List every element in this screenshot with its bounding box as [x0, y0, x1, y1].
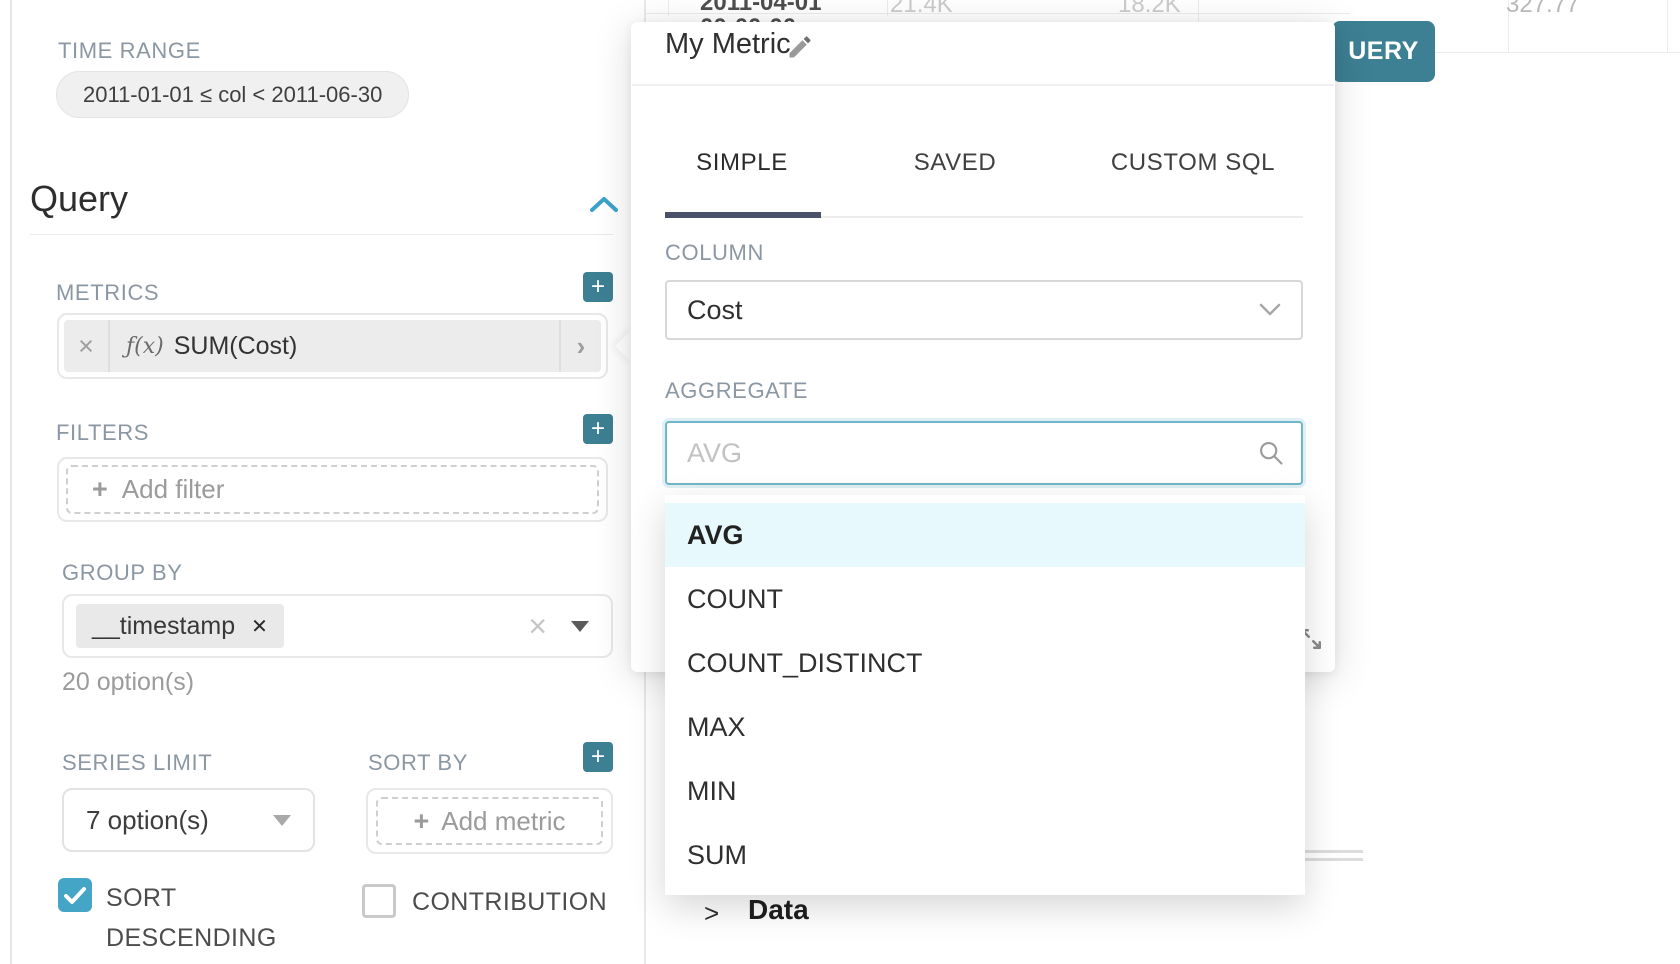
metric-pill-body[interactable]: ƒ(x) SUM(Cost)	[110, 320, 559, 372]
checkbox-checked-icon[interactable]	[58, 878, 92, 912]
metrics-container: × ƒ(x) SUM(Cost) ›	[57, 313, 608, 379]
panel-left-border	[10, 0, 12, 964]
aggregate-label: AGGREGATE	[665, 378, 808, 404]
group-by-label: GROUP BY	[62, 560, 183, 586]
tab-saved[interactable]: SAVED	[880, 138, 1030, 188]
metrics-label: METRICS	[56, 280, 159, 306]
plus-icon: +	[92, 474, 108, 505]
active-tab-underline	[665, 212, 821, 218]
option-count-distinct[interactable]: COUNT_DISTINCT	[665, 631, 1305, 695]
filters-label: FILTERS	[56, 420, 149, 446]
data-panel-chevron-icon[interactable]: >	[704, 898, 719, 929]
add-sort-metric-dropzone[interactable]: + Add metric	[376, 797, 603, 845]
section-border	[1303, 850, 1363, 853]
series-limit-label: SERIES LIMIT	[62, 750, 212, 776]
series-limit-value: 7 option(s)	[86, 805, 209, 836]
column-value: Cost	[687, 295, 743, 326]
chevron-down-icon	[1259, 303, 1281, 317]
sort-descending-checkbox-row[interactable]: SORT DESCENDING	[58, 878, 268, 958]
remove-metric-icon[interactable]: ×	[64, 320, 110, 372]
divider	[632, 84, 1334, 86]
fx-icon: ƒ(x)	[126, 334, 164, 359]
filters-container: + Add filter	[57, 457, 608, 522]
option-count[interactable]: COUNT	[665, 567, 1305, 631]
contribution-checkbox-row[interactable]: CONTRIBUTION	[362, 882, 662, 922]
dropdown-caret-icon	[273, 815, 291, 826]
plus-icon: +	[413, 806, 429, 837]
chart-builder-screen: 2011-04-01 00:00:00 21.4K 18.2K 327.77 U…	[0, 0, 1680, 964]
metric-pill[interactable]: × ƒ(x) SUM(Cost) ›	[64, 320, 601, 372]
add-metric-plus-button[interactable]: +	[583, 272, 613, 302]
tab-custom-sql[interactable]: CUSTOM SQL	[1080, 138, 1306, 188]
time-range-pill[interactable]: 2011-01-01 ≤ col < 2011-06-30	[56, 71, 409, 118]
sort-by-container: + Add metric	[366, 788, 613, 854]
column-label: COLUMN	[665, 240, 764, 266]
table-column-border	[1667, 0, 1668, 52]
tab-simple[interactable]: SIMPLE	[664, 138, 820, 188]
sort-by-label: SORT BY	[368, 750, 468, 776]
search-icon	[1257, 439, 1285, 467]
add-filter-plus-button[interactable]: +	[583, 414, 613, 444]
option-max[interactable]: MAX	[665, 695, 1305, 759]
group-by-tag-label: __timestamp	[92, 612, 235, 641]
contribution-label: CONTRIBUTION	[412, 882, 607, 922]
metric-title[interactable]: My Metric	[665, 28, 791, 61]
query-section-title: Query	[30, 178, 128, 220]
sort-descending-label: SORT DESCENDING	[106, 878, 277, 958]
metric-name: SUM(Cost)	[174, 332, 298, 361]
aggregate-input-wrap	[665, 421, 1303, 485]
collapse-chevron-up-icon[interactable]	[590, 196, 618, 212]
dropdown-caret-icon[interactable]	[571, 621, 589, 632]
data-panel-title[interactable]: Data	[748, 894, 809, 926]
aggregate-search-input[interactable]	[665, 421, 1303, 485]
clear-select-icon[interactable]: ×	[528, 610, 547, 642]
group-by-select[interactable]: __timestamp ✕ ×	[62, 594, 613, 658]
table-cell-value: 21.4K	[890, 0, 953, 19]
column-select[interactable]: Cost	[665, 280, 1303, 340]
group-by-options-hint: 20 option(s)	[62, 668, 194, 697]
time-range-label: TIME RANGE	[58, 38, 201, 64]
add-filter-placeholder: Add filter	[122, 474, 225, 505]
checkbox-unchecked-icon[interactable]	[362, 884, 396, 918]
run-query-button[interactable]: UERY	[1332, 21, 1435, 82]
add-sort-metric-plus-button[interactable]: +	[583, 742, 613, 772]
edit-pencil-icon[interactable]	[786, 33, 814, 61]
series-limit-select[interactable]: 7 option(s)	[62, 788, 315, 852]
tag-remove-icon[interactable]: ✕	[251, 614, 268, 639]
add-filter-dropzone[interactable]: + Add filter	[66, 465, 599, 514]
aggregate-options-dropdown: AVG COUNT COUNT_DISTINCT MAX MIN SUM	[665, 495, 1305, 895]
divider	[30, 234, 613, 235]
table-cell-value: 327.77	[1506, 0, 1579, 19]
section-border	[1303, 858, 1363, 861]
option-min[interactable]: MIN	[665, 759, 1305, 823]
table-cell-value: 18.2K	[1118, 0, 1181, 19]
table-row-border	[1435, 52, 1680, 53]
option-sum[interactable]: SUM	[665, 823, 1305, 887]
metric-expand-chevron-icon[interactable]: ›	[559, 320, 601, 372]
option-avg[interactable]: AVG	[665, 503, 1305, 567]
group-by-tag[interactable]: __timestamp ✕	[76, 604, 284, 648]
add-metric-placeholder: Add metric	[441, 806, 565, 837]
